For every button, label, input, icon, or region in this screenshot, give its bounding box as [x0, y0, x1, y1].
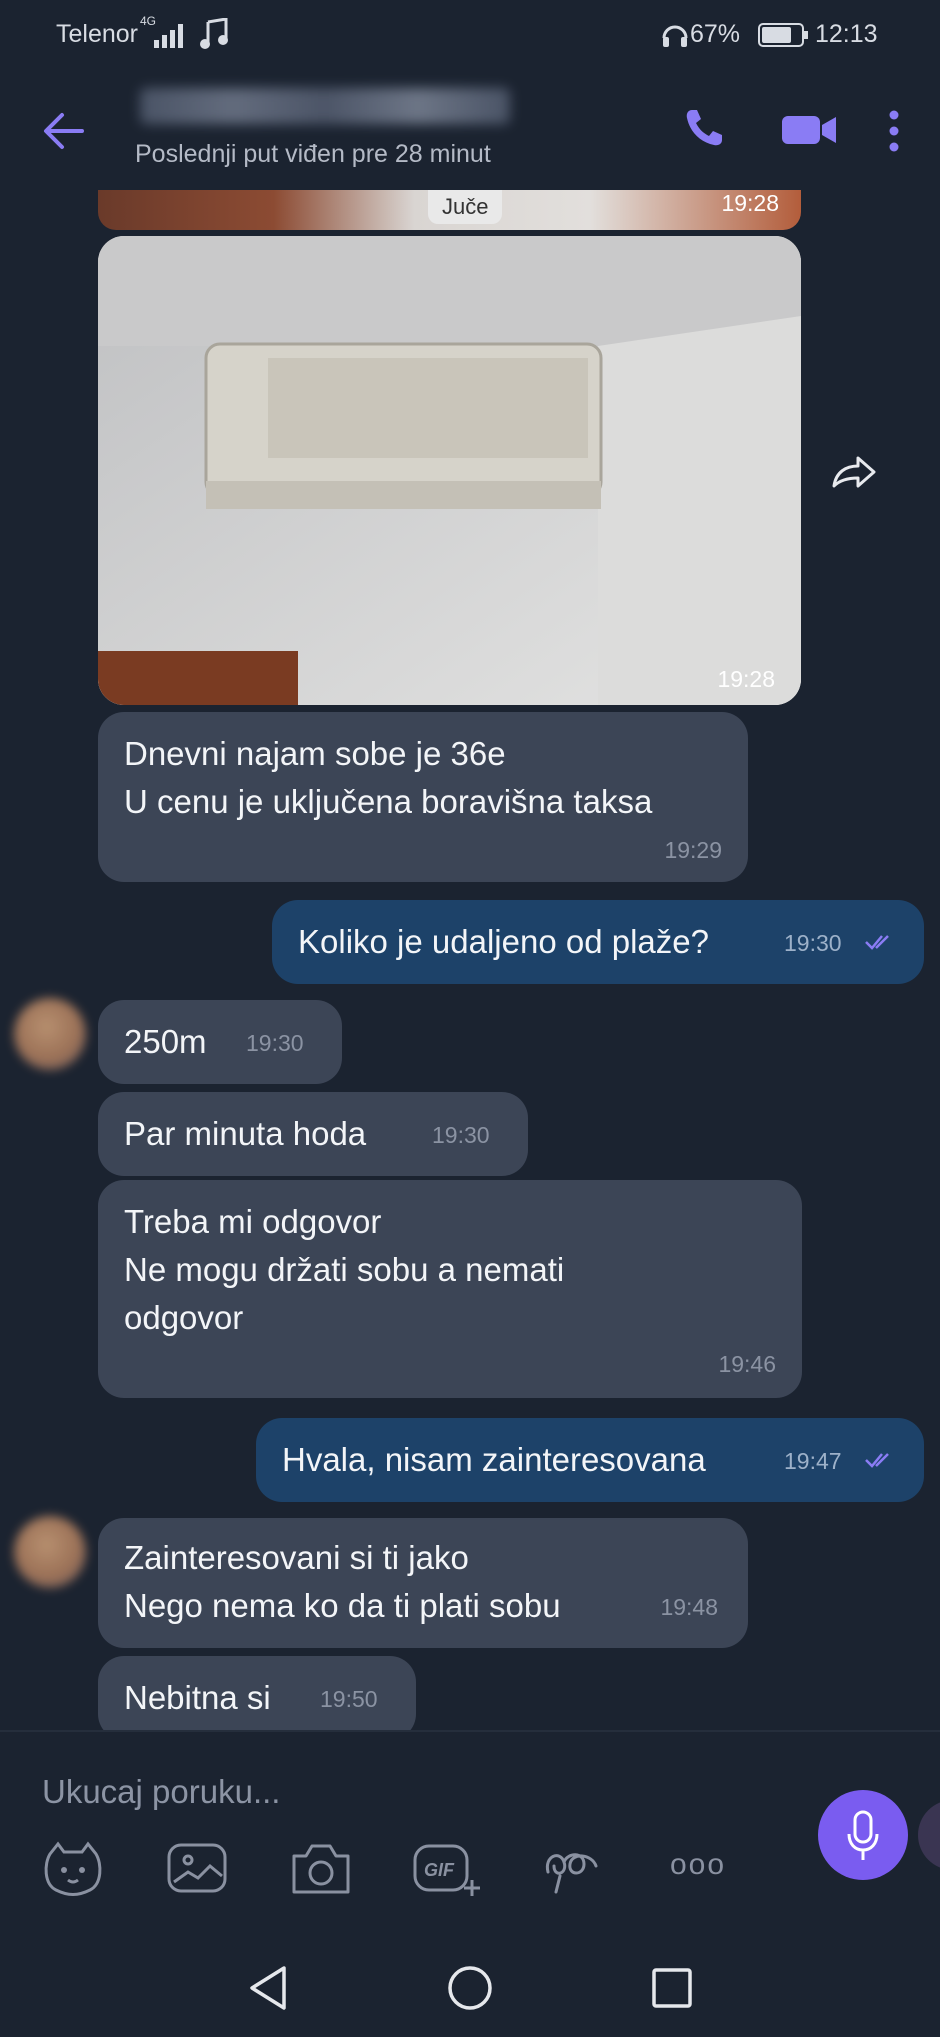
incoming-message[interactable]: Zainteresovani si ti jako Nego nema ko d…	[98, 1518, 748, 1648]
photo-message[interactable]: 19:28	[98, 236, 801, 705]
gif-label: GIF	[424, 1860, 455, 1880]
message-text: Nebitna si	[124, 1679, 271, 1716]
more-vert-icon[interactable]	[886, 108, 902, 154]
message-time: 19:46	[718, 1351, 776, 1377]
message-text: Treba mi odgovor Ne mogu držati sobu a n…	[124, 1203, 565, 1336]
battery-percent: 67%	[690, 20, 741, 48]
read-receipt-icon	[865, 935, 889, 950]
photo-time: 19:28	[721, 190, 779, 216]
incoming-message[interactable]: Dnevni najam sobe je 36e U cenu je uklju…	[98, 712, 748, 882]
system-nav-bar	[0, 1900, 940, 2037]
message-text: 250m	[124, 1023, 207, 1060]
gallery-icon[interactable]	[166, 1842, 228, 1896]
divider	[0, 1730, 940, 1732]
more-icon[interactable]: ooo	[670, 1848, 726, 1882]
voice-record-button[interactable]	[818, 1790, 908, 1880]
mic-icon	[847, 1810, 879, 1860]
message-time: 19:30	[784, 930, 842, 956]
clock: 12:13	[815, 20, 878, 48]
nav-recents-icon[interactable]	[650, 1966, 694, 2010]
incoming-message[interactable]: Nebitna si 19:50	[98, 1656, 416, 1740]
sticker-icon[interactable]	[40, 1840, 106, 1898]
message-text: Par minuta hoda	[124, 1115, 367, 1152]
incoming-message[interactable]: 250m 19:30	[98, 1000, 342, 1084]
message-text: Dnevni najam sobe je 36e U cenu je uklju…	[124, 735, 653, 820]
share-icon[interactable]	[828, 452, 878, 492]
message-text: Zainteresovani si ti jako Nego nema ko d…	[124, 1539, 561, 1624]
nav-home-icon[interactable]	[446, 1964, 494, 2012]
message-time: 19:29	[664, 837, 722, 863]
last-seen-status: Poslednji put viđen pre 28 minut	[135, 140, 491, 168]
phone-icon[interactable]	[682, 106, 726, 150]
doodle-icon[interactable]	[540, 1842, 606, 1898]
signal-icon	[154, 24, 183, 48]
video-icon[interactable]	[780, 110, 840, 150]
message-time: 19:30	[432, 1122, 490, 1148]
message-time: 19:50	[320, 1686, 378, 1712]
read-receipt-icon	[865, 1453, 889, 1468]
outgoing-message[interactable]: Koliko je udaljeno od plaže? 19:30	[272, 900, 924, 984]
status-bar: Telenor 4G 67% 12:13	[0, 0, 940, 70]
incoming-message[interactable]: Treba mi odgovor Ne mogu držati sobu a n…	[98, 1180, 802, 1398]
message-time: 19:30	[246, 1030, 304, 1056]
message-time: 19:47	[784, 1448, 842, 1474]
camera-icon[interactable]	[288, 1840, 354, 1898]
message-text: Hvala, nisam zainteresovana	[282, 1441, 706, 1478]
composer-toolbar: GIF ooo	[0, 1836, 800, 1906]
avatar[interactable]	[14, 1516, 86, 1588]
gif-icon[interactable]: GIF	[412, 1840, 482, 1900]
message-text: Koliko je udaljeno od plaže?	[298, 923, 709, 960]
message-time: 19:48	[660, 1594, 718, 1620]
outgoing-message[interactable]: Hvala, nisam zainteresovana 19:47	[256, 1418, 924, 1502]
air-conditioner-photo	[98, 236, 801, 705]
previous-photo-preview[interactable]: Juče 19:28	[98, 190, 801, 230]
music-note-icon	[200, 18, 228, 49]
incoming-message[interactable]: Par minuta hoda 19:30	[98, 1092, 528, 1176]
nav-back-icon[interactable]	[246, 1964, 290, 2012]
message-input[interactable]: Ukucaj poruku...	[42, 1773, 280, 1811]
back-arrow-icon[interactable]	[42, 110, 84, 152]
date-separator: Juče	[428, 190, 503, 224]
battery-icon	[758, 23, 808, 47]
avatar[interactable]	[14, 998, 86, 1070]
headset-icon	[662, 25, 688, 47]
carrier-name: Telenor	[56, 20, 138, 48]
photo-time: 19:28	[717, 666, 775, 692]
contact-name-blurred[interactable]	[140, 88, 510, 124]
